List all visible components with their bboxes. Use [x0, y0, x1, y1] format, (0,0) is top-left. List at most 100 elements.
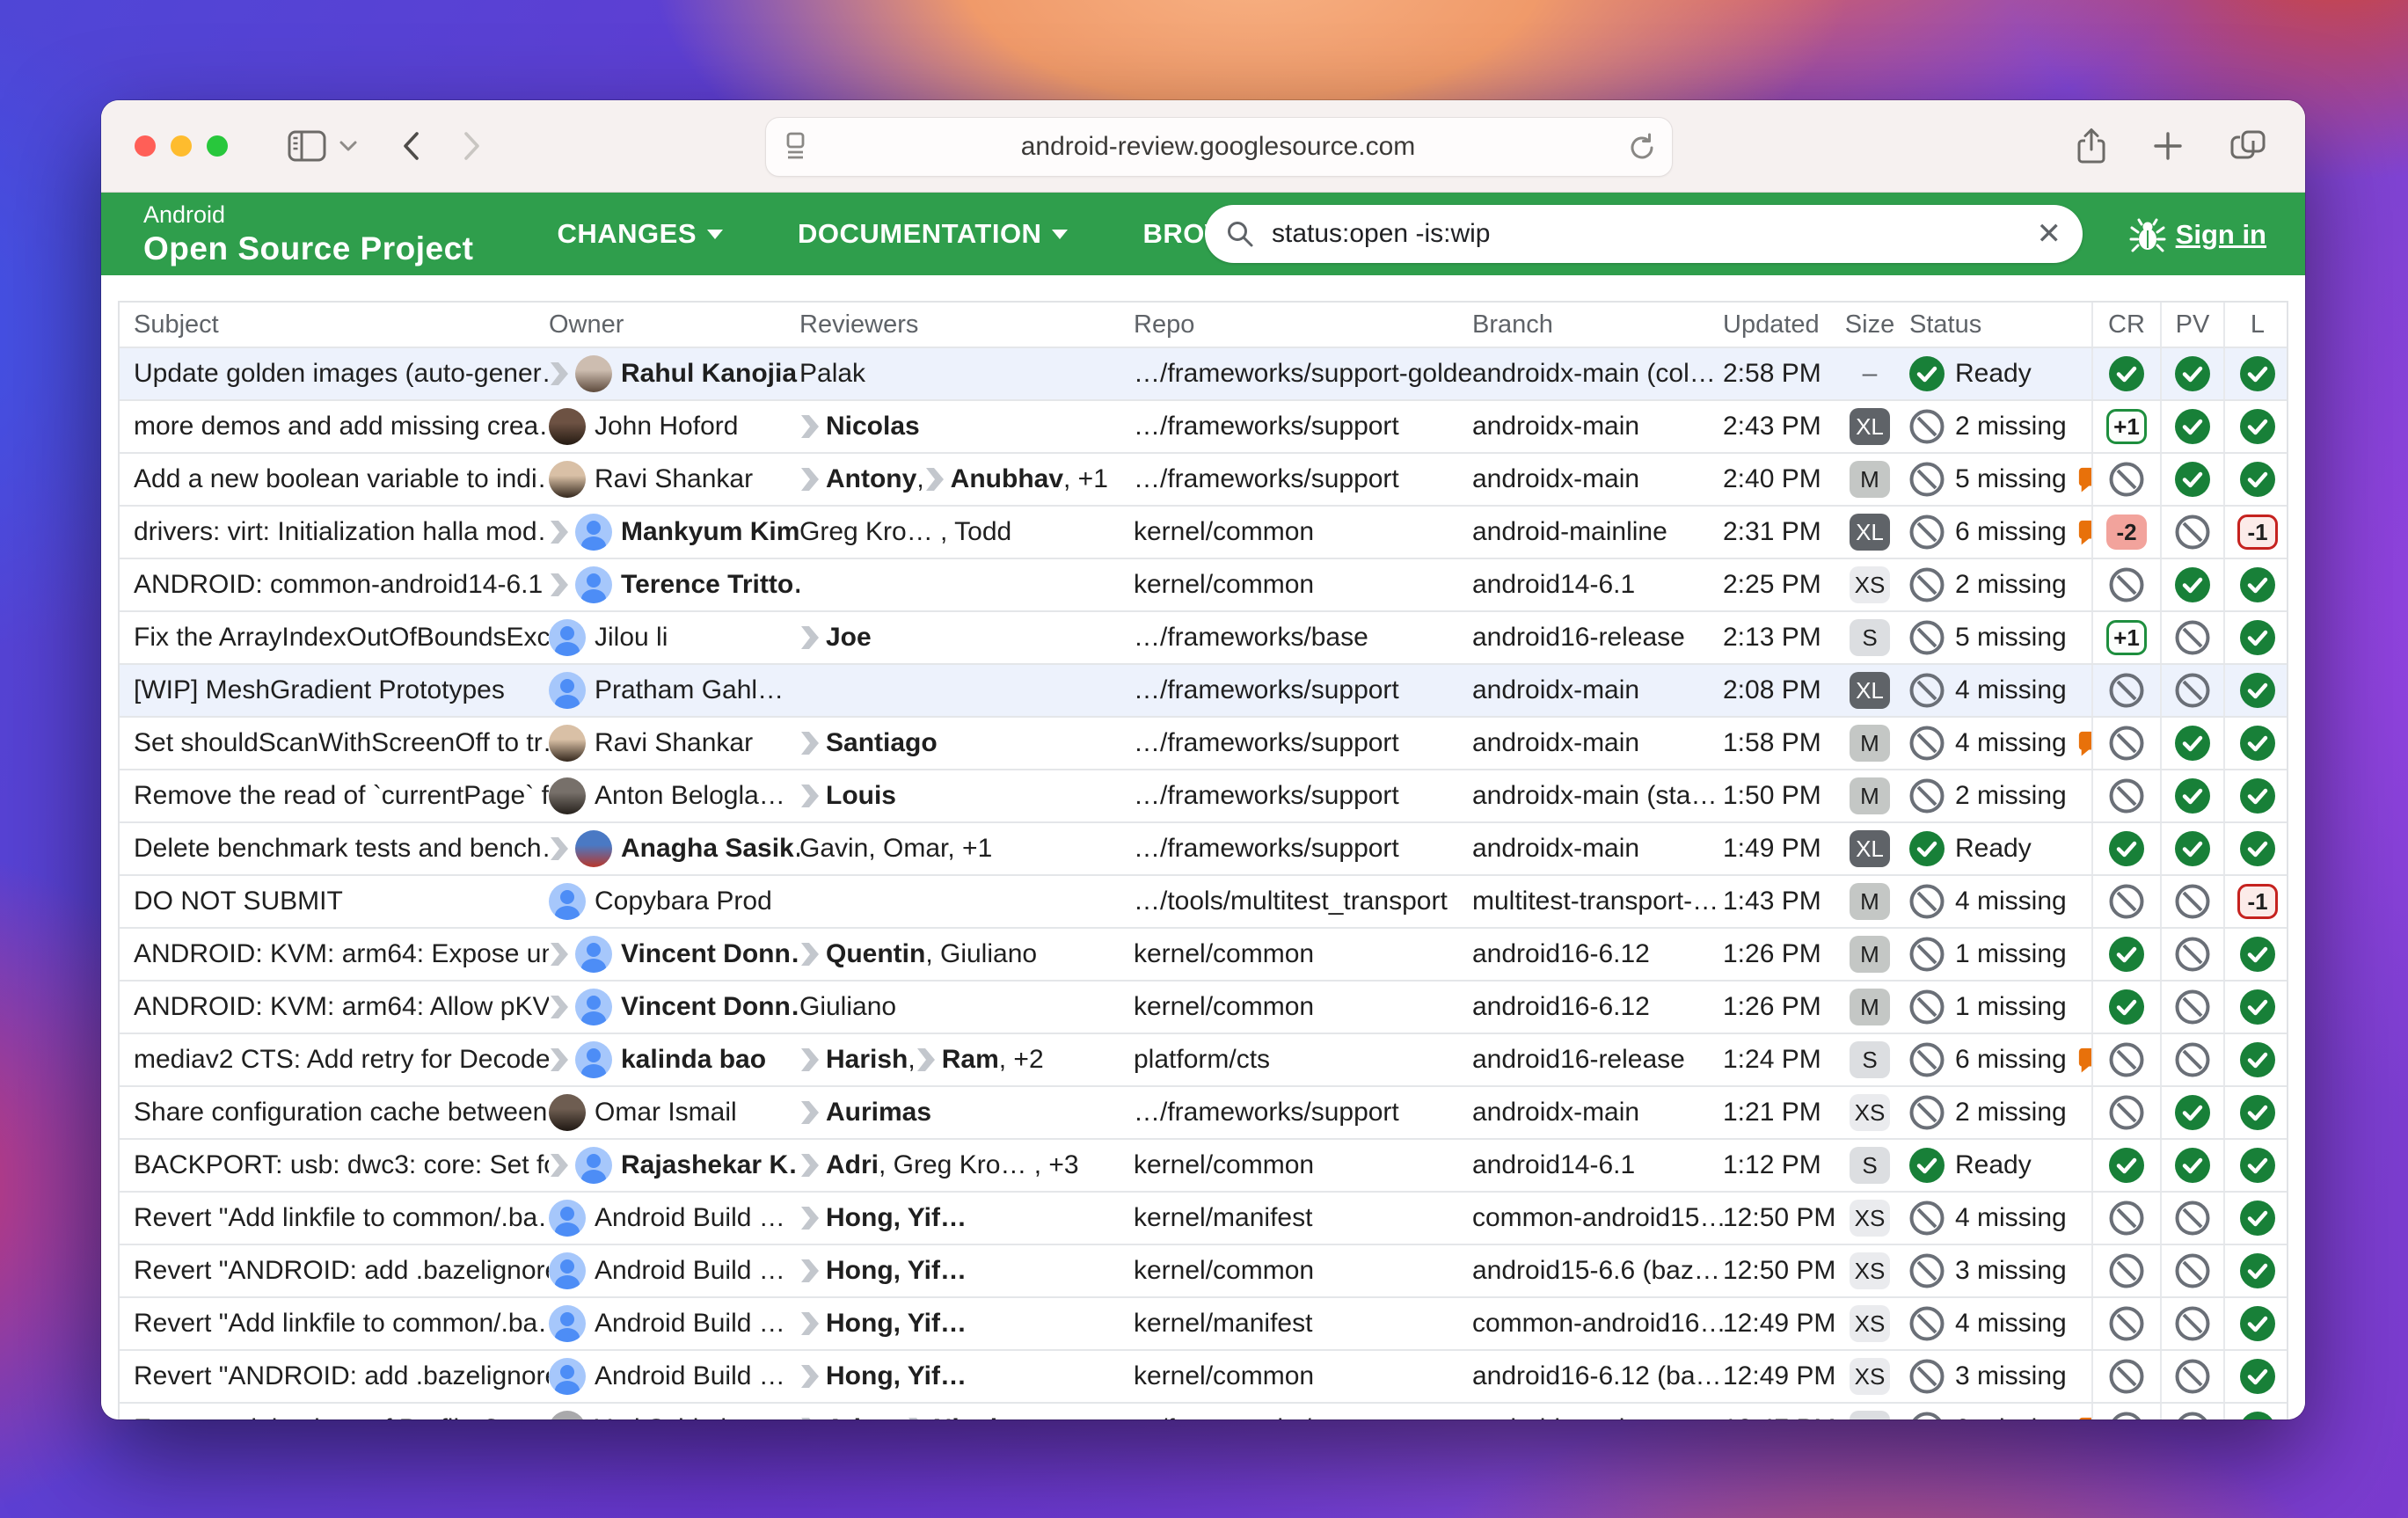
reviewer-name[interactable]: Adri: [826, 1150, 879, 1180]
change-subject[interactable]: Update golden images (auto-gener…: [120, 359, 549, 389]
site-logo[interactable]: Android Open Source Project: [143, 203, 474, 265]
change-reviewers[interactable]: Quentin, Giuliano: [799, 939, 1134, 969]
reviewer-name[interactable]: , +1: [1063, 464, 1108, 494]
reviewer-name[interactable]: Hong, Yif…: [826, 1203, 967, 1233]
sidebar-chevron-down-icon[interactable]: [339, 140, 358, 152]
reviewer-name[interactable]: Louis: [826, 781, 896, 811]
change-subject[interactable]: Add a new boolean variable to indi…: [120, 464, 549, 494]
change-reviewers[interactable]: Santiago: [799, 728, 1134, 758]
forward-button-icon[interactable]: [462, 130, 483, 162]
owner-name[interactable]: Rahul Kanojia: [621, 359, 797, 389]
owner-name[interactable]: Android Build …: [595, 1203, 785, 1233]
reviewer-name[interactable]: Anubhav: [951, 464, 1063, 494]
change-owner[interactable]: Jilou li: [549, 619, 799, 656]
page-settings-icon[interactable]: [782, 131, 808, 163]
change-owner[interactable]: Copybara Prod: [549, 883, 799, 920]
owner-name[interactable]: Yuri Schimke: [595, 1414, 748, 1419]
change-subject[interactable]: ANDROID: common-android14-6.1 …: [120, 570, 549, 600]
change-reviewers[interactable]: Antony, Anubhav, +1: [799, 464, 1134, 494]
change-subject[interactable]: Revert "Add linkfile to common/.ba…: [120, 1309, 549, 1339]
table-row[interactable]: Expose minimal set of Profile Cons…Yuri …: [120, 1402, 2287, 1419]
owner-name[interactable]: Android Build …: [595, 1361, 785, 1391]
clear-search-icon[interactable]: ✕: [2037, 219, 2062, 249]
nav-documentation[interactable]: DOCUMENTATION: [798, 218, 1068, 250]
change-repo[interactable]: kernel/common: [1134, 517, 1472, 547]
table-row[interactable]: ANDROID: common-android14-6.1 …Terence T…: [120, 558, 2287, 610]
change-subject[interactable]: Revert "Add linkfile to common/.ba…: [120, 1203, 549, 1233]
change-repo[interactable]: …/frameworks/support: [1134, 1414, 1472, 1419]
change-owner[interactable]: Ravi Shankar: [549, 725, 799, 762]
change-reviewers[interactable]: Hong, Yif…: [799, 1256, 1134, 1286]
change-repo[interactable]: …/frameworks/support: [1134, 1098, 1472, 1128]
table-row[interactable]: Add a new boolean variable to indi…Ravi …: [120, 452, 2287, 505]
change-branch[interactable]: androidx-main: [1472, 728, 1723, 758]
change-repo[interactable]: …/frameworks/support: [1134, 675, 1472, 705]
change-reviewers[interactable]: Gavin, Omar, +1: [799, 834, 1134, 864]
reviewer-name[interactable]: Hong, Yif…: [826, 1256, 967, 1286]
change-subject[interactable]: more demos and add missing crea…: [120, 412, 549, 442]
address-bar[interactable]: android-review.googlesource.com: [765, 117, 1673, 177]
change-owner[interactable]: Ravi Shankar: [549, 461, 799, 498]
reviewer-name[interactable]: Hong, Yif…: [826, 1361, 967, 1391]
change-repo[interactable]: …/frameworks/support: [1134, 728, 1472, 758]
change-repo[interactable]: kernel/common: [1134, 1150, 1472, 1180]
change-owner[interactable]: Mankyum Kim: [549, 514, 799, 551]
reviewer-name[interactable]: Hong, Yif…: [826, 1309, 967, 1339]
reviewer-name[interactable]: Nicolas: [933, 1414, 1027, 1419]
change-owner[interactable]: Android Build …: [549, 1252, 799, 1289]
change-repo[interactable]: …/frameworks/support: [1134, 464, 1472, 494]
change-repo[interactable]: …/frameworks/support: [1134, 781, 1472, 811]
change-subject[interactable]: ANDROID: KVM: arm64: Expose un…: [120, 939, 549, 969]
change-repo[interactable]: …/frameworks/support-golden: [1134, 359, 1472, 389]
close-window-button[interactable]: [135, 135, 156, 157]
reviewer-name[interactable]: Santiago: [826, 728, 938, 758]
new-tab-plus-icon[interactable]: [2152, 130, 2184, 162]
owner-name[interactable]: John Hoford: [595, 412, 738, 442]
change-owner[interactable]: Android Build …: [549, 1358, 799, 1395]
owner-name[interactable]: Ravi Shankar: [595, 728, 753, 758]
change-repo[interactable]: kernel/common: [1134, 939, 1472, 969]
change-owner[interactable]: Anton Belogla…: [549, 777, 799, 814]
change-reviewers[interactable]: Aurimas: [799, 1098, 1134, 1128]
table-row[interactable]: BACKPORT: usb: dwc3: core: Set fo…Rajash…: [120, 1138, 2287, 1191]
change-subject[interactable]: Revert "ANDROID: add .bazelignore …: [120, 1361, 549, 1391]
table-row[interactable]: ANDROID: KVM: arm64: Allow pKV…Vincent D…: [120, 980, 2287, 1033]
table-row[interactable]: Set shouldScanWithScreenOff to tr… Ravi S…: [120, 716, 2287, 769]
change-subject[interactable]: DO NOT SUBMIT: [120, 887, 549, 916]
change-branch[interactable]: androidx-main: [1472, 1098, 1723, 1128]
change-owner[interactable]: John Hoford: [549, 408, 799, 445]
change-branch[interactable]: android14-6.1: [1472, 570, 1723, 600]
change-subject[interactable]: Fix the ArrayIndexOutOfBoundsExc…: [120, 623, 549, 653]
change-repo[interactable]: kernel/common: [1134, 1361, 1472, 1391]
owner-name[interactable]: Vincent Donn…: [621, 992, 799, 1022]
reviewer-name[interactable]: Ram: [942, 1045, 999, 1075]
reviewer-name[interactable]: Giuliano: [799, 992, 896, 1022]
owner-name[interactable]: Android Build …: [595, 1309, 785, 1339]
change-branch[interactable]: android16-6.12: [1472, 939, 1723, 969]
minimize-window-button[interactable]: [171, 135, 192, 157]
table-row[interactable]: Revert "ANDROID: add .bazelignore …Andro…: [120, 1244, 2287, 1296]
table-row[interactable]: Revert "ANDROID: add .bazelignore … Andro…: [120, 1349, 2287, 1402]
reviewer-name[interactable]: , +2: [999, 1045, 1044, 1075]
table-row[interactable]: Delete benchmark tests and bench…Anagha …: [120, 821, 2287, 874]
table-row[interactable]: Fix the ArrayIndexOutOfBoundsExc…Jilou l…: [120, 610, 2287, 663]
change-subject[interactable]: Revert "ANDROID: add .bazelignore …: [120, 1256, 549, 1286]
change-branch[interactable]: androidx-main: [1472, 412, 1723, 442]
change-reviewers[interactable]: Giuliano: [799, 992, 1134, 1022]
change-reviewers[interactable]: Hong, Yif…: [799, 1203, 1134, 1233]
change-owner[interactable]: Anagha Sasik…: [549, 830, 799, 867]
table-row[interactable]: Share configuration cache between…Omar I…: [120, 1085, 2287, 1138]
change-branch[interactable]: androidx-main: [1472, 1414, 1723, 1419]
owner-name[interactable]: kalinda bao: [621, 1045, 766, 1075]
reviewer-name[interactable]: Antony: [826, 464, 916, 494]
change-subject[interactable]: Set shouldScanWithScreenOff to tr…: [120, 728, 549, 758]
change-branch[interactable]: common-android15…: [1472, 1203, 1723, 1233]
change-repo[interactable]: kernel/common: [1134, 1256, 1472, 1286]
change-subject[interactable]: mediav2 CTS: Add retry for Decode…: [120, 1045, 549, 1075]
change-branch[interactable]: androidx-main: [1472, 834, 1723, 864]
zoom-window-button[interactable]: [207, 135, 228, 157]
reload-icon[interactable]: [1628, 132, 1656, 162]
change-reviewers[interactable]: Nicolas: [799, 412, 1134, 442]
change-reviewers[interactable]: Palak: [799, 359, 1134, 389]
back-button-icon[interactable]: [400, 130, 421, 162]
